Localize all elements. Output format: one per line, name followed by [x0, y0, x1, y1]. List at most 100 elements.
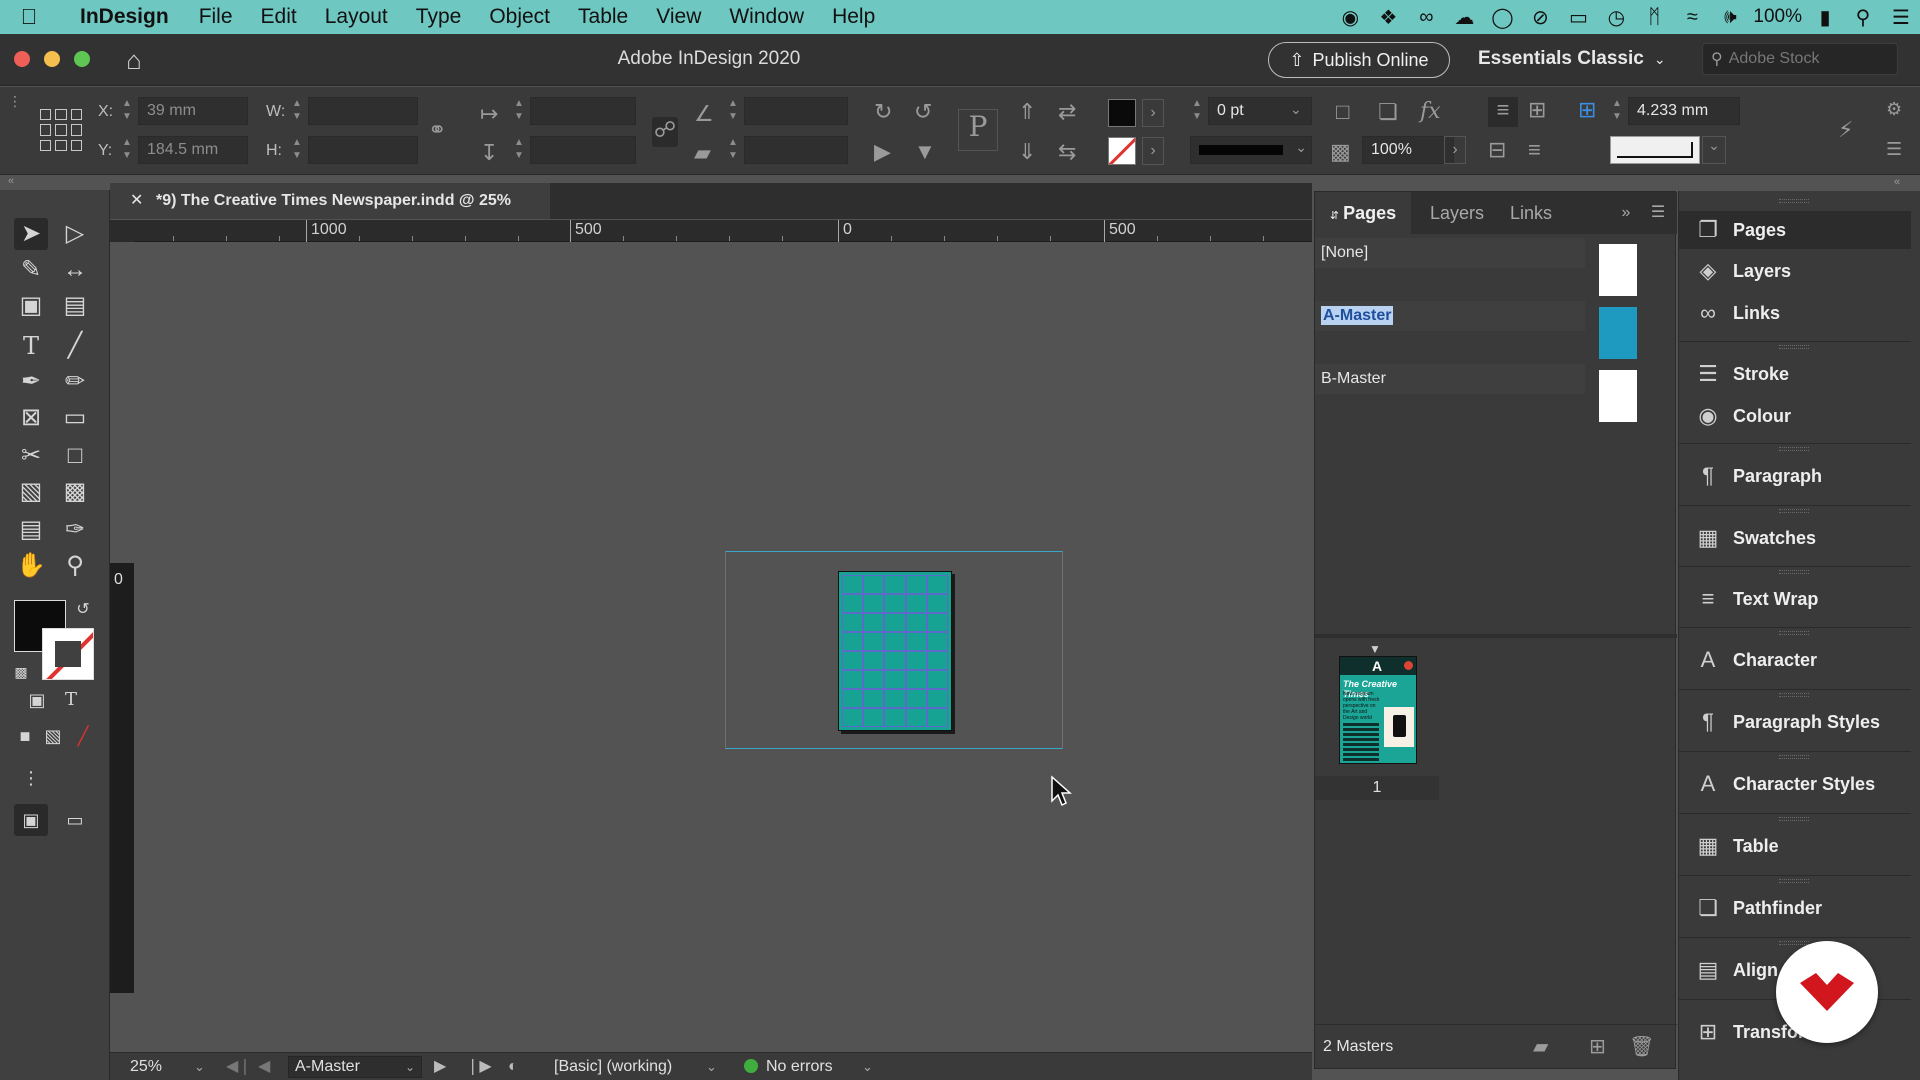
eyedropper-tool-icon[interactable]: ✑ [58, 514, 92, 546]
reference-point-icon[interactable] [40, 109, 82, 151]
h-stepper[interactable]: ▲ ▼ [290, 136, 304, 164]
dock-stroke[interactable]: ☰ Stroke [1679, 355, 1911, 393]
content-collector-icon[interactable]: ▣ [14, 290, 48, 322]
screen-mode-icon[interactable]: ▭ [58, 804, 92, 836]
master-thumbnail-a[interactable] [1599, 307, 1637, 359]
preflight-profile[interactable]: [Basic] (working) [554, 1053, 672, 1080]
gradient-feather-tool-icon[interactable]: ▩ [58, 476, 92, 508]
free-transform-tool-icon[interactable]: □ [58, 440, 92, 472]
toolbar-collapse-icon[interactable]: « [0, 175, 110, 189]
dock-character[interactable]: A Character [1679, 641, 1911, 679]
drop-shadow-icon[interactable]: ❏ [1378, 99, 1398, 125]
stroke-weight-dropdown-icon[interactable]: ⌄ [1290, 101, 1302, 118]
tab-links[interactable]: Links [1499, 192, 1563, 234]
line-tool-icon[interactable]: ╱ [58, 330, 92, 362]
close-tab-icon[interactable]: ✕ [130, 183, 143, 219]
last-page-icon[interactable]: ❘▶ [466, 1053, 492, 1080]
selection-tool-icon[interactable]: ➤ [14, 218, 48, 250]
edit-page-size-icon[interactable]: ▰ [1533, 1025, 1548, 1069]
opacity-field[interactable]: 100% [1362, 136, 1454, 164]
scale-y-icon[interactable]: ↧ [480, 140, 498, 166]
wifi-icon[interactable]: ≈ [1673, 0, 1711, 34]
record-icon[interactable]: ◉ [1331, 0, 1369, 34]
text-wrap-jump-icon[interactable]: ≡ [1528, 137, 1541, 163]
panel-menu-icon[interactable]: ☰ [1886, 139, 1902, 160]
scissors-tool-icon[interactable]: ✂ [14, 440, 48, 472]
zoom-tool-icon[interactable]: ⚲ [58, 550, 92, 582]
menu-table[interactable]: Table [564, 5, 642, 29]
scale-x-field[interactable] [530, 97, 636, 125]
flip-vertical-icon[interactable]: ▼ [914, 139, 936, 165]
shear-stepper[interactable]: ▲ ▼ [726, 136, 740, 164]
menu-file[interactable]: File [185, 5, 247, 29]
text-wrap-box-icon[interactable]: ⊞ [1528, 97, 1546, 123]
note-tool-icon[interactable]: ▤ [14, 514, 48, 546]
apple-menu-icon[interactable]:  [0, 4, 58, 30]
constrain-proportions-icon[interactable]: ⚭ [428, 117, 446, 143]
rotate-ccw-icon[interactable]: ↺ [914, 99, 932, 125]
open-in-window-icon[interactable]: ◐ [508, 1053, 518, 1080]
flip-horizontal-icon[interactable]: ▶ [874, 139, 891, 165]
menu-window[interactable]: Window [715, 5, 818, 29]
apply-none-icon[interactable]: ╱ [66, 720, 100, 752]
y-stepper[interactable]: ▲ ▼ [120, 136, 134, 164]
dock-paragraph-styles[interactable]: ¶ Paragraph Styles [1679, 703, 1911, 741]
pasteboard[interactable] [134, 243, 1312, 1058]
fill-color-swatch[interactable] [1108, 99, 1136, 127]
battery-icon[interactable]: ▮ [1806, 0, 1844, 34]
dock-pathfinder[interactable]: ❏ Pathfinder [1679, 889, 1911, 927]
stroke-color-swatch[interactable] [1108, 137, 1136, 165]
hand-tool-icon[interactable]: ✋ [14, 550, 48, 582]
stroke-chevron-icon[interactable]: › [1142, 137, 1164, 165]
spotlight-search-icon[interactable]: ⚲ [1844, 0, 1882, 34]
gap-tool-icon[interactable]: ↔ [58, 254, 92, 286]
content-placer-icon[interactable]: ▤ [58, 290, 92, 322]
shear-field[interactable] [744, 136, 848, 164]
panel-split-handle[interactable] [1315, 634, 1677, 638]
dock-table[interactable]: ▦ Table [1679, 827, 1911, 865]
control-center-icon[interactable]: ☰ [1882, 0, 1920, 34]
x-stepper[interactable]: ▲ ▼ [120, 97, 134, 125]
effects-fx-icon[interactable]: fx [1420, 99, 1441, 124]
page-thumbnail-1[interactable]: A The Creative Times New museum opens wi… [1339, 656, 1417, 764]
formatting-container-icon[interactable]: ▣ [20, 684, 54, 716]
collapse-panel-icon[interactable]: » [1611, 192, 1641, 234]
new-page-icon[interactable]: ⊞ [1589, 1025, 1606, 1069]
master-row-b[interactable]: B-Master [1315, 364, 1585, 394]
rectangle-tool-icon[interactable]: ▭ [58, 402, 92, 434]
text-wrap-shape-icon[interactable]: ⊟ [1488, 137, 1506, 163]
frame-fitting-icon[interactable]: □ [1336, 99, 1349, 125]
quick-apply-icon[interactable]: ⚡ [1838, 117, 1853, 143]
page-select[interactable]: A-Master ⌄ [288, 1056, 422, 1078]
first-page-icon[interactable]: ◀❘ [226, 1053, 252, 1080]
type-tool-icon[interactable]: T [14, 330, 48, 362]
battery-percent[interactable]: 100% [1749, 6, 1806, 28]
rotation-stepper[interactable]: ▲ ▼ [726, 97, 740, 125]
stroke-swatch[interactable] [42, 628, 94, 680]
menu-view[interactable]: View [642, 5, 715, 29]
h-field[interactable] [308, 136, 418, 164]
time-machine-icon[interactable]: ◷ [1597, 0, 1635, 34]
zoom-dropdown-icon[interactable]: ⌄ [194, 1053, 205, 1080]
menu-edit[interactable]: Edit [247, 5, 311, 29]
cloud-upload-icon[interactable]: ☁ [1445, 0, 1483, 34]
auto-fit-icon[interactable]: ⊞ [1578, 97, 1596, 123]
stroke-style-dropdown-icon[interactable]: ⌄ [1702, 136, 1726, 164]
dock-layers[interactable]: ◈ Layers [1679, 252, 1911, 290]
master-thumbnail-none[interactable] [1599, 244, 1637, 296]
ruler-origin[interactable] [110, 220, 134, 242]
shear-angle-icon[interactable]: ▰ [694, 140, 711, 166]
master-row-a[interactable]: A-Master [1315, 301, 1585, 331]
select-next-icon[interactable]: ⇆ [1058, 139, 1076, 165]
menu-layout[interactable]: Layout [311, 5, 402, 29]
next-page-icon[interactable]: ▶ [434, 1053, 446, 1080]
horizontal-ruler[interactable]: 1000 500 0 500 [110, 220, 1312, 242]
page-tool-icon[interactable]: ✎ [14, 254, 48, 286]
fill-chevron-icon[interactable]: › [1142, 99, 1164, 127]
profile-dropdown-icon[interactable]: ⌄ [706, 1053, 717, 1080]
panel-menu-icon[interactable]: ☰ [1643, 192, 1673, 234]
bluetooth-icon[interactable]: ᛗ [1635, 0, 1673, 34]
dropbox-icon[interactable]: ❖ [1369, 0, 1407, 34]
master-row-none[interactable]: [None] [1315, 238, 1585, 268]
preflight-dropdown-icon[interactable]: ⌄ [862, 1053, 873, 1080]
